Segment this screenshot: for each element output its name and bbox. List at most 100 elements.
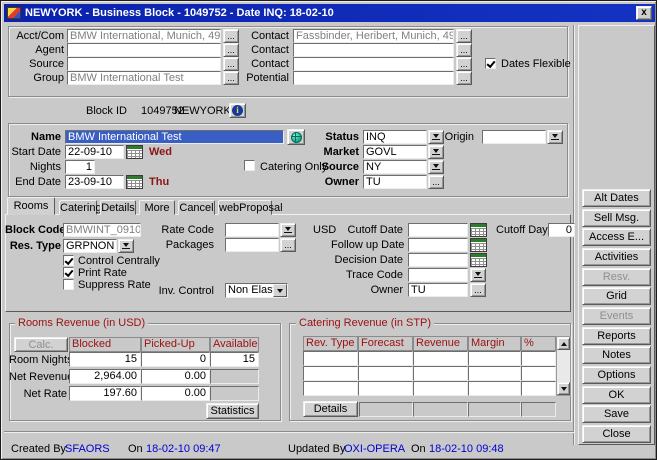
cutoff-date-calendar-icon[interactable]: [470, 223, 487, 237]
contact1-field[interactable]: Fassbinder, Heribert, Munich, 49 8 125: [293, 29, 454, 43]
tab-details[interactable]: Details: [100, 200, 136, 215]
title-bar[interactable]: NEWYORK - Business Block - 1049752 - Dat…: [4, 4, 655, 22]
market-label: Market: [301, 146, 359, 159]
status-field[interactable]: INQ: [363, 130, 427, 144]
notes-button[interactable]: Notes: [582, 346, 651, 364]
rr-col-pickedup: Picked-Up: [141, 337, 210, 352]
nights-field[interactable]: 1: [65, 160, 95, 174]
alt-dates-button[interactable]: Alt Dates: [582, 189, 651, 207]
owner-lookup-button[interactable]: ...: [428, 175, 444, 189]
rate-code-dropdown-button[interactable]: [280, 223, 296, 237]
scroll-up-icon[interactable]: [557, 337, 570, 350]
contact3-lookup-button[interactable]: ...: [456, 57, 472, 71]
cr-cell: [468, 351, 521, 366]
property-info-button[interactable]: i: [229, 103, 246, 118]
contact3-label: Contact: [231, 58, 289, 71]
close-window-button[interactable]: x: [636, 6, 652, 20]
contact3-field[interactable]: [293, 57, 454, 71]
followup-date-field[interactable]: [408, 238, 468, 252]
tab-owner-lookup-button[interactable]: ...: [470, 283, 486, 297]
contact1-lookup-button[interactable]: ...: [456, 29, 472, 43]
dates-flexible-checkbox[interactable]: [485, 58, 496, 69]
globe-icon: [291, 132, 302, 143]
group-field[interactable]: BMW International Test: [67, 71, 221, 85]
reports-button[interactable]: Reports: [582, 327, 651, 345]
activities-button[interactable]: Activities: [582, 248, 651, 266]
updated-by-label: Updated By: [288, 443, 345, 456]
inv-control-combo[interactable]: Non Elastic: [225, 283, 288, 298]
contact2-lookup-button[interactable]: ...: [456, 43, 472, 57]
cutoff-days-label: Cutoff Days: [496, 224, 544, 237]
scroll-down-icon[interactable]: [557, 382, 570, 395]
agent-label: Agent: [9, 44, 64, 57]
decision-date-calendar-icon[interactable]: [470, 253, 487, 267]
print-rate-checkbox[interactable]: [63, 267, 74, 278]
decision-date-field[interactable]: [408, 253, 468, 267]
packages-field[interactable]: [225, 238, 279, 252]
contact2-field[interactable]: [293, 43, 454, 57]
suppress-rate-checkbox[interactable]: [63, 279, 74, 290]
tab-rooms[interactable]: Rooms: [7, 197, 55, 215]
owner-field[interactable]: TU: [363, 175, 427, 189]
end-date-field[interactable]: 23-09-10: [65, 175, 124, 189]
end-date-calendar-icon[interactable]: [126, 175, 143, 189]
origin-field[interactable]: [482, 130, 546, 144]
potential-lookup-button[interactable]: ...: [456, 71, 472, 85]
rate-code-field[interactable]: [225, 223, 279, 237]
created-on-label: On: [128, 443, 143, 456]
cutoff-date-label: Cutoff Date: [331, 224, 403, 237]
tab-cancel[interactable]: Cancel: [178, 200, 215, 215]
chevron-down-icon[interactable]: [273, 284, 287, 297]
info-icon: i: [232, 105, 243, 116]
ellipsis-icon: ...: [460, 46, 468, 54]
market-field[interactable]: GOVL: [363, 145, 427, 159]
followup-date-calendar-icon[interactable]: [470, 238, 487, 252]
close-button[interactable]: Close: [582, 425, 651, 443]
cutoff-date-field[interactable]: [408, 223, 468, 237]
business-block-window: NEWYORK - Business Block - 1049752 - Dat…: [0, 0, 657, 460]
calc-button[interactable]: Calc.: [14, 337, 68, 352]
block-code-field[interactable]: BMWINT_0910: [63, 223, 141, 237]
cr-cell: [358, 381, 413, 396]
trace-code-dropdown-button[interactable]: [470, 268, 486, 282]
access-excl-button[interactable]: Access E...: [582, 228, 651, 246]
packages-lookup-button[interactable]: ...: [280, 238, 296, 252]
name-label: Name: [9, 131, 61, 144]
name-field[interactable]: BMW International Test: [65, 130, 284, 144]
options-button[interactable]: Options: [582, 366, 651, 384]
cr-col-margin: Margin: [468, 336, 521, 351]
close-icon: x: [641, 7, 647, 18]
start-date-label: Start Date: [9, 146, 61, 159]
rr-row-net-revenue-label: Net Revenue: [9, 371, 67, 384]
catering-table-scrollbar[interactable]: [556, 336, 571, 396]
tab-catering[interactable]: Catering: [59, 200, 97, 215]
control-centrally-checkbox[interactable]: [63, 255, 74, 266]
start-date-calendar-icon[interactable]: [126, 145, 143, 159]
tab-owner-field[interactable]: TU: [408, 283, 468, 297]
tab-more[interactable]: More: [139, 200, 175, 215]
statistics-button[interactable]: Statistics: [206, 403, 259, 419]
market-dropdown-button[interactable]: [428, 145, 444, 159]
agent-field[interactable]: [67, 43, 221, 57]
grid-button[interactable]: Grid: [582, 287, 651, 305]
cutoff-days-field[interactable]: 0: [548, 223, 575, 237]
acct-com-field[interactable]: BMW International, Munich, 49 8 215 8: [67, 29, 221, 43]
ok-button[interactable]: OK: [582, 386, 651, 404]
source2-field[interactable]: NY: [363, 160, 427, 174]
rr-room-nights-pickedup: 0: [141, 352, 210, 367]
start-date-field[interactable]: 22-09-10: [65, 145, 124, 159]
sell-msg-button[interactable]: Sell Msg.: [582, 209, 651, 227]
details-button[interactable]: Details: [303, 401, 358, 417]
cr-cell: [521, 366, 556, 381]
tab-webproposal[interactable]: webProposal: [218, 200, 272, 215]
res-type-field[interactable]: GRPNON: [63, 239, 117, 253]
save-button[interactable]: Save: [582, 405, 651, 423]
potential-field[interactable]: [293, 71, 454, 85]
catering-only-checkbox[interactable]: [244, 160, 255, 171]
res-type-dropdown-button[interactable]: [118, 239, 134, 253]
ellipsis-icon: ...: [432, 178, 440, 186]
source-dropdown-button[interactable]: [428, 160, 444, 174]
trace-code-field[interactable]: [408, 268, 468, 282]
origin-dropdown-button[interactable]: [547, 130, 563, 144]
source-field[interactable]: [67, 57, 221, 71]
